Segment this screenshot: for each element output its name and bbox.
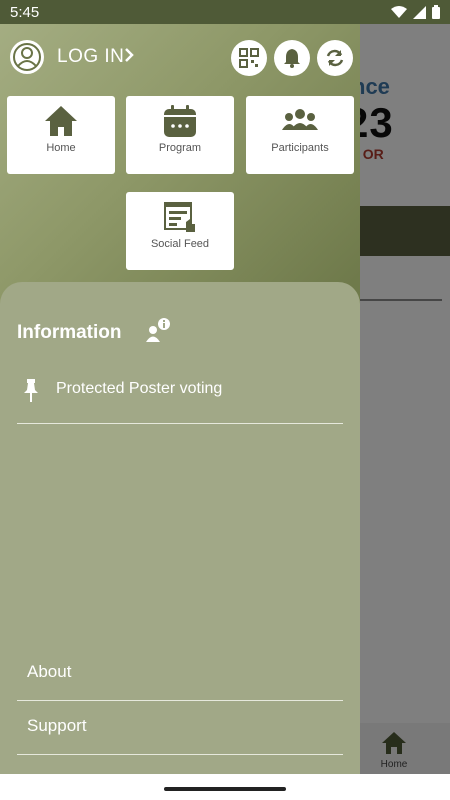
tile-home[interactable]: Home <box>7 96 115 174</box>
tile-social-feed-label: Social Feed <box>150 238 210 250</box>
tile-social-feed[interactable]: Social Feed <box>126 192 234 270</box>
tile-participants[interactable]: Participants <box>246 96 354 174</box>
info-person-icon <box>146 318 170 342</box>
tile-program[interactable]: Program <box>126 96 234 174</box>
navigation-drawer: LOG IN Home Program Participants Social … <box>0 24 360 774</box>
home-icon <box>45 106 77 136</box>
pin-icon <box>24 379 38 402</box>
chevron-right-icon <box>125 48 134 62</box>
divider <box>17 423 343 424</box>
drawer-header: LOG IN <box>0 24 360 88</box>
status-bar: 5:45 <box>0 0 450 24</box>
wifi-icon <box>391 5 407 18</box>
divider <box>17 700 343 701</box>
about-link[interactable]: About <box>27 662 71 682</box>
divider <box>17 754 343 755</box>
poster-voting-label: Protected Poster voting <box>56 380 223 397</box>
qr-code-icon <box>239 48 259 68</box>
bell-icon <box>284 49 300 68</box>
user-icon <box>13 43 41 71</box>
list-item-poster-voting[interactable]: Protected Poster voting <box>17 372 343 424</box>
login-button[interactable]: LOG IN <box>57 46 124 68</box>
quick-tiles: Home Program Participants Social Feed <box>0 96 360 276</box>
home-gesture-handle[interactable] <box>164 787 286 791</box>
information-heading: Information <box>17 322 122 343</box>
calendar-icon <box>164 105 196 137</box>
notifications-button[interactable] <box>274 40 310 76</box>
participants-icon <box>282 109 318 130</box>
tile-participants-label: Participants <box>271 142 329 154</box>
tile-home-label: Home <box>46 142 76 154</box>
status-time: 5:45 <box>10 4 40 21</box>
signal-icon <box>413 5 426 19</box>
refresh-icon <box>326 49 344 67</box>
system-navigation-bar <box>0 774 450 800</box>
refresh-button[interactable] <box>317 40 353 76</box>
information-panel: Information Protected Poster voting Abou… <box>0 282 360 774</box>
qr-code-button[interactable] <box>231 40 267 76</box>
system-icons <box>391 5 440 19</box>
support-link[interactable]: Support <box>27 716 87 736</box>
social-feed-icon <box>164 202 195 232</box>
avatar[interactable] <box>10 40 44 74</box>
tile-program-label: Program <box>158 142 202 154</box>
battery-icon <box>432 5 440 19</box>
